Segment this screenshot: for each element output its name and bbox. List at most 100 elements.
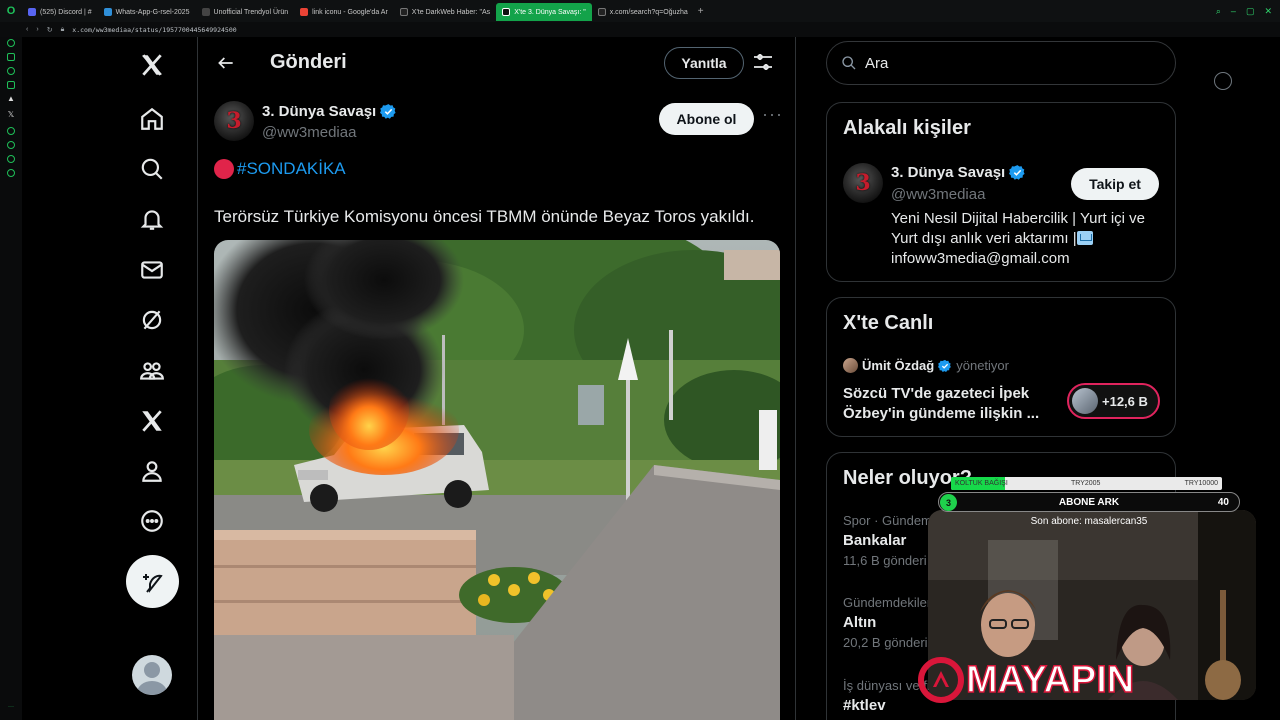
browser-tab-active[interactable]: X'te 3. Dünya Savaşı: " — [496, 3, 592, 21]
related-handle[interactable]: @ww3mediaa — [891, 186, 985, 203]
maximize-icon[interactable]: ▢ — [1246, 6, 1255, 17]
follow-button[interactable]: Takip et — [1071, 168, 1159, 200]
notifications-icon[interactable] — [126, 197, 178, 241]
mayapin-logo: MAYAPIN — [918, 655, 1135, 705]
loading-circle-icon — [1214, 72, 1232, 90]
donation-goal-bar: KOLTUK BAĞIŞI TRY2005 TRY10000 — [951, 477, 1222, 490]
donation-amount: TRY2005 — [1071, 480, 1101, 487]
sidebar-ring-icon[interactable] — [7, 39, 15, 47]
account-avatar[interactable] — [132, 655, 172, 695]
live-listeners-badge[interactable]: +12,6 B — [1067, 383, 1160, 419]
browser-tab[interactable]: (525) Discord | # — [22, 3, 98, 21]
author-handle[interactable]: @ww3mediaa — [262, 124, 356, 141]
post-text: Terörsüz Türkiye Komisyonu öncesi TBMM ö… — [214, 207, 755, 226]
mayapin-logo-text: MAYAPIN — [965, 658, 1135, 702]
donation-label: KOLTUK BAĞIŞI — [955, 480, 1008, 487]
avatar-text: 3 — [855, 170, 871, 196]
page-icon — [201, 8, 210, 16]
bio-line: Yeni Nesil Dijital Habercilik | Yurt içi… — [891, 210, 1145, 227]
arrow-left-icon — [218, 57, 233, 69]
listener-avatar — [1072, 388, 1098, 414]
sidebar-pin-icon[interactable] — [7, 155, 15, 163]
url-field[interactable]: x.com/ww3mediaa/status/19577004456499245… — [72, 26, 236, 34]
related-people-card: Alakalı kişiler 3 3. Dünya Savaşı @ww3me… — [826, 102, 1176, 282]
sidebar-more-icon[interactable]: ··· — [8, 704, 14, 710]
burning-car-scene — [214, 240, 780, 720]
more-options-icon[interactable] — [126, 499, 178, 543]
sidebar-whatsapp-icon[interactable] — [7, 81, 15, 89]
hashtag-link[interactable]: #SONDAKİKA — [237, 159, 346, 179]
opera-logo-icon[interactable]: O — [0, 0, 22, 22]
back-button[interactable] — [212, 49, 240, 77]
sidebar-messenger-icon[interactable] — [7, 67, 15, 75]
forward-arrow-icon[interactable]: › — [36, 26, 38, 33]
live-title: X'te Canlı — [843, 312, 934, 334]
left-navigation — [22, 37, 197, 720]
communities-icon[interactable] — [126, 349, 178, 393]
sidebar-history-icon[interactable] — [7, 141, 15, 149]
trend-name: Altın — [843, 614, 877, 631]
google-icon — [300, 8, 309, 16]
author-name[interactable]: 3. Dünya Savaşı — [262, 103, 397, 120]
new-tab-icon[interactable]: + — [698, 6, 704, 17]
reload-icon[interactable]: ↻ — [47, 26, 53, 34]
browser-tab[interactable]: Unofficial Trendyol Ürün — [196, 3, 295, 21]
tab-label: x.com/search?q=Oğuzha — [609, 8, 688, 16]
sidebar-x-icon[interactable]: 𝕏 — [6, 111, 16, 121]
sidebar-settings-icon[interactable] — [7, 169, 15, 177]
search-input[interactable]: Ara — [826, 41, 1176, 85]
author-avatar[interactable]: 3 — [214, 101, 254, 141]
explore-icon[interactable] — [126, 147, 178, 191]
trend-item[interactable]: İş dünyası ve fi #ktlev — [843, 678, 930, 714]
x-logo-icon[interactable] — [126, 43, 178, 87]
page-title: Gönderi — [270, 51, 347, 73]
last-subscriber-text: Son abone: masalercan35 — [1030, 516, 1148, 527]
compose-post-button[interactable] — [126, 555, 179, 608]
subscriber-goal-target: 40 — [1217, 497, 1229, 508]
browser-tab[interactable]: Whats-App-G-rsel-2025 — [98, 3, 196, 21]
sliders-icon[interactable] — [751, 50, 775, 74]
related-name-text: 3. Dünya Savaşı — [891, 164, 1006, 181]
sidebar-bag-icon[interactable] — [7, 53, 15, 61]
live-space-title[interactable]: Sözcü TV'de gazeteci İpek Özbey'in günde… — [843, 384, 1053, 424]
tab-label: (525) Discord | # — [40, 8, 92, 16]
minimize-icon[interactable]: – — [1231, 6, 1236, 17]
related-avatar[interactable]: 3 — [843, 163, 883, 203]
hosting-label: yönetiyor — [956, 358, 1009, 373]
donation-goal: TRY10000 — [1184, 480, 1218, 487]
subscriber-goal-title: ABONE ARK — [1058, 497, 1120, 508]
messages-icon[interactable] — [126, 248, 178, 292]
browser-tab[interactable]: link iconu - Google'da Ar — [294, 3, 394, 21]
trend-name: #ktlev — [843, 697, 886, 714]
verified-badge-icon — [1009, 165, 1025, 180]
reply-button[interactable]: Yanıtla — [664, 47, 744, 79]
author-name-text: 3. Dünya Savaşı — [262, 103, 377, 120]
related-name[interactable]: 3. Dünya Savaşı — [891, 164, 1026, 181]
trend-meta: İş dünyası ve fi — [843, 678, 930, 693]
browser-tab[interactable]: x.com/search?q=Oğuzha — [592, 3, 694, 21]
verified-badge-icon — [938, 359, 952, 372]
profile-icon[interactable] — [126, 449, 178, 493]
live-host[interactable]: Ümit Özdağ yönetiyor — [843, 358, 1009, 373]
bio-email[interactable]: infoww3media@gmail.com — [891, 249, 1163, 269]
close-icon[interactable]: ✕ — [1264, 6, 1272, 17]
search-tabs-icon[interactable]: ⌕ — [1216, 6, 1221, 17]
back-arrow-icon[interactable]: ‹ — [26, 26, 28, 33]
premium-icon[interactable] — [126, 399, 178, 443]
home-icon[interactable] — [126, 97, 178, 141]
mayapin-logo-mark-icon — [918, 657, 964, 703]
image-icon — [103, 8, 112, 16]
red-circle-emoji — [214, 159, 234, 179]
hashtag-line: #SONDAKİKA — [214, 159, 346, 179]
trend-meta: Gündemdekiler — [843, 595, 932, 610]
sidebar-player-icon[interactable] — [7, 127, 15, 135]
post-video[interactable] — [214, 240, 780, 720]
browser-tab[interactable]: X'te DarkWeb Haber: "As — [394, 3, 496, 21]
tab-label: Unofficial Trendyol Ürün — [213, 8, 289, 16]
sidebar-aria-icon[interactable]: ▲ — [6, 95, 16, 105]
tab-label: link iconu - Google'da Ar — [312, 8, 388, 16]
grok-icon[interactable] — [126, 298, 178, 342]
more-horizontal-icon[interactable]: ··· — [762, 105, 782, 127]
subscribe-button[interactable]: Abone ol — [659, 103, 754, 135]
trend-item[interactable]: Gündemdekiler Altın 20,2 B gönderi — [843, 595, 931, 650]
